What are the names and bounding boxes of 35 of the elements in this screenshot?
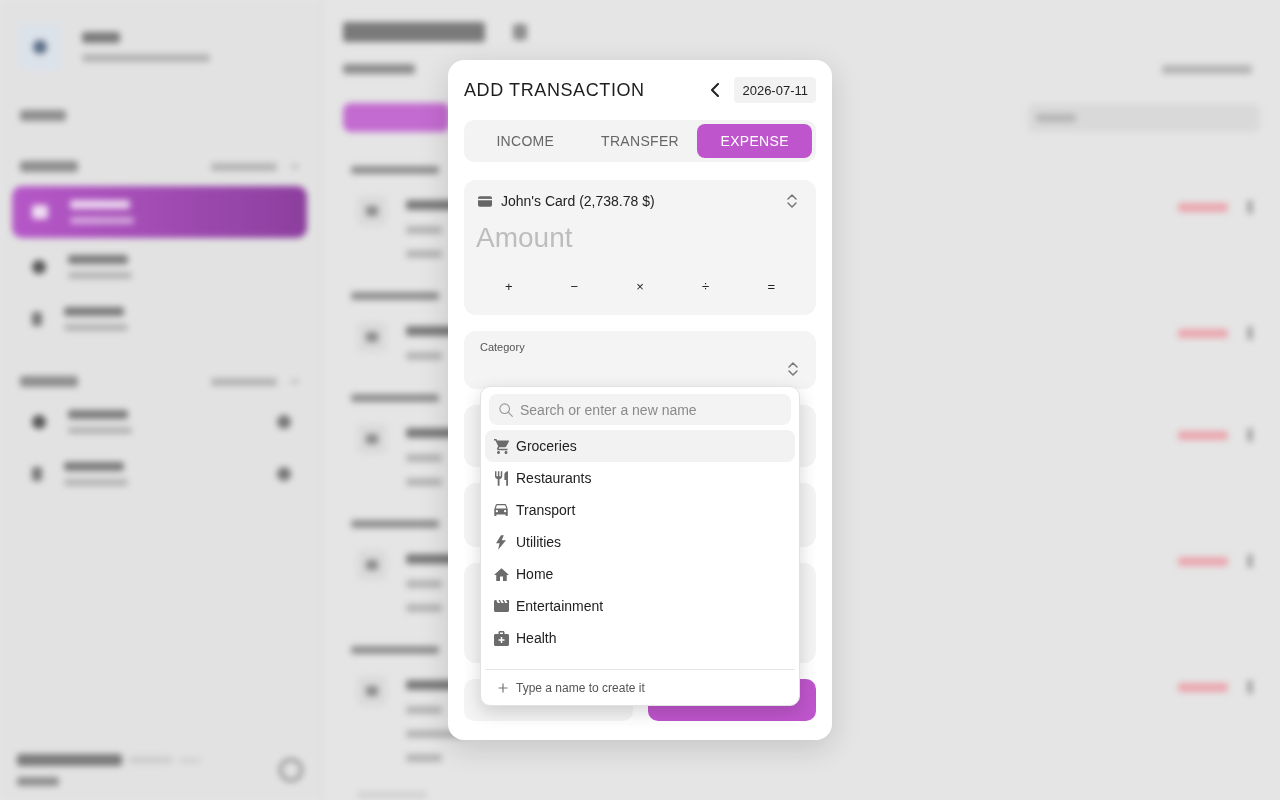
lightning-bolt-icon: [496, 534, 506, 550]
menu-item[interactable]: Home: [485, 558, 795, 590]
search-input[interactable]: Search or enter a new name: [520, 401, 791, 418]
search-field[interactable]: Search or enter a new name: [489, 394, 791, 425]
plus-icon: [498, 682, 508, 693]
menu-item[interactable]: Restaurants: [485, 462, 795, 494]
menu-item[interactable]: Health: [485, 622, 795, 654]
operator-key[interactable]: +: [476, 271, 542, 301]
clapperboard-icon: [493, 600, 509, 612]
type-tab[interactable]: TRANSFER: [582, 124, 698, 158]
up-down-chevron-icon: [787, 194, 797, 208]
operator-key[interactable]: −: [541, 271, 608, 301]
credit-card-icon: [478, 195, 492, 207]
chevron-left-icon: [711, 83, 720, 97]
medical-kit-icon: [493, 630, 509, 646]
menu-item[interactable]: Utilities: [485, 526, 795, 558]
up-down-chevron-icon: [788, 362, 798, 376]
account-select[interactable]: John's Card (2,738.78 $): [476, 189, 804, 213]
menu-item[interactable]: Groceries: [485, 430, 795, 462]
type-tab[interactable]: INCOME: [468, 124, 583, 158]
operator-key[interactable]: ÷: [672, 271, 739, 301]
date-button[interactable]: 2026-07-11: [734, 77, 816, 103]
create-hint: Type a name to create it: [516, 680, 645, 695]
car-icon: [494, 504, 508, 516]
menu-item[interactable]: Transport: [485, 494, 795, 526]
type-tab[interactable]: EXPENSE: [697, 124, 812, 158]
dialog-title: ADD TRANSACTION: [464, 79, 646, 101]
operator-key[interactable]: ×: [607, 271, 673, 301]
operator-key[interactable]: =: [738, 271, 804, 301]
cart-icon: [493, 438, 509, 454]
fork-and-knife-icon: [494, 470, 508, 486]
search-icon: [499, 402, 513, 417]
menu-item[interactable]: Entertainment: [485, 590, 795, 622]
house-icon: [493, 567, 509, 581]
category-select[interactable]: Category: [464, 331, 816, 389]
